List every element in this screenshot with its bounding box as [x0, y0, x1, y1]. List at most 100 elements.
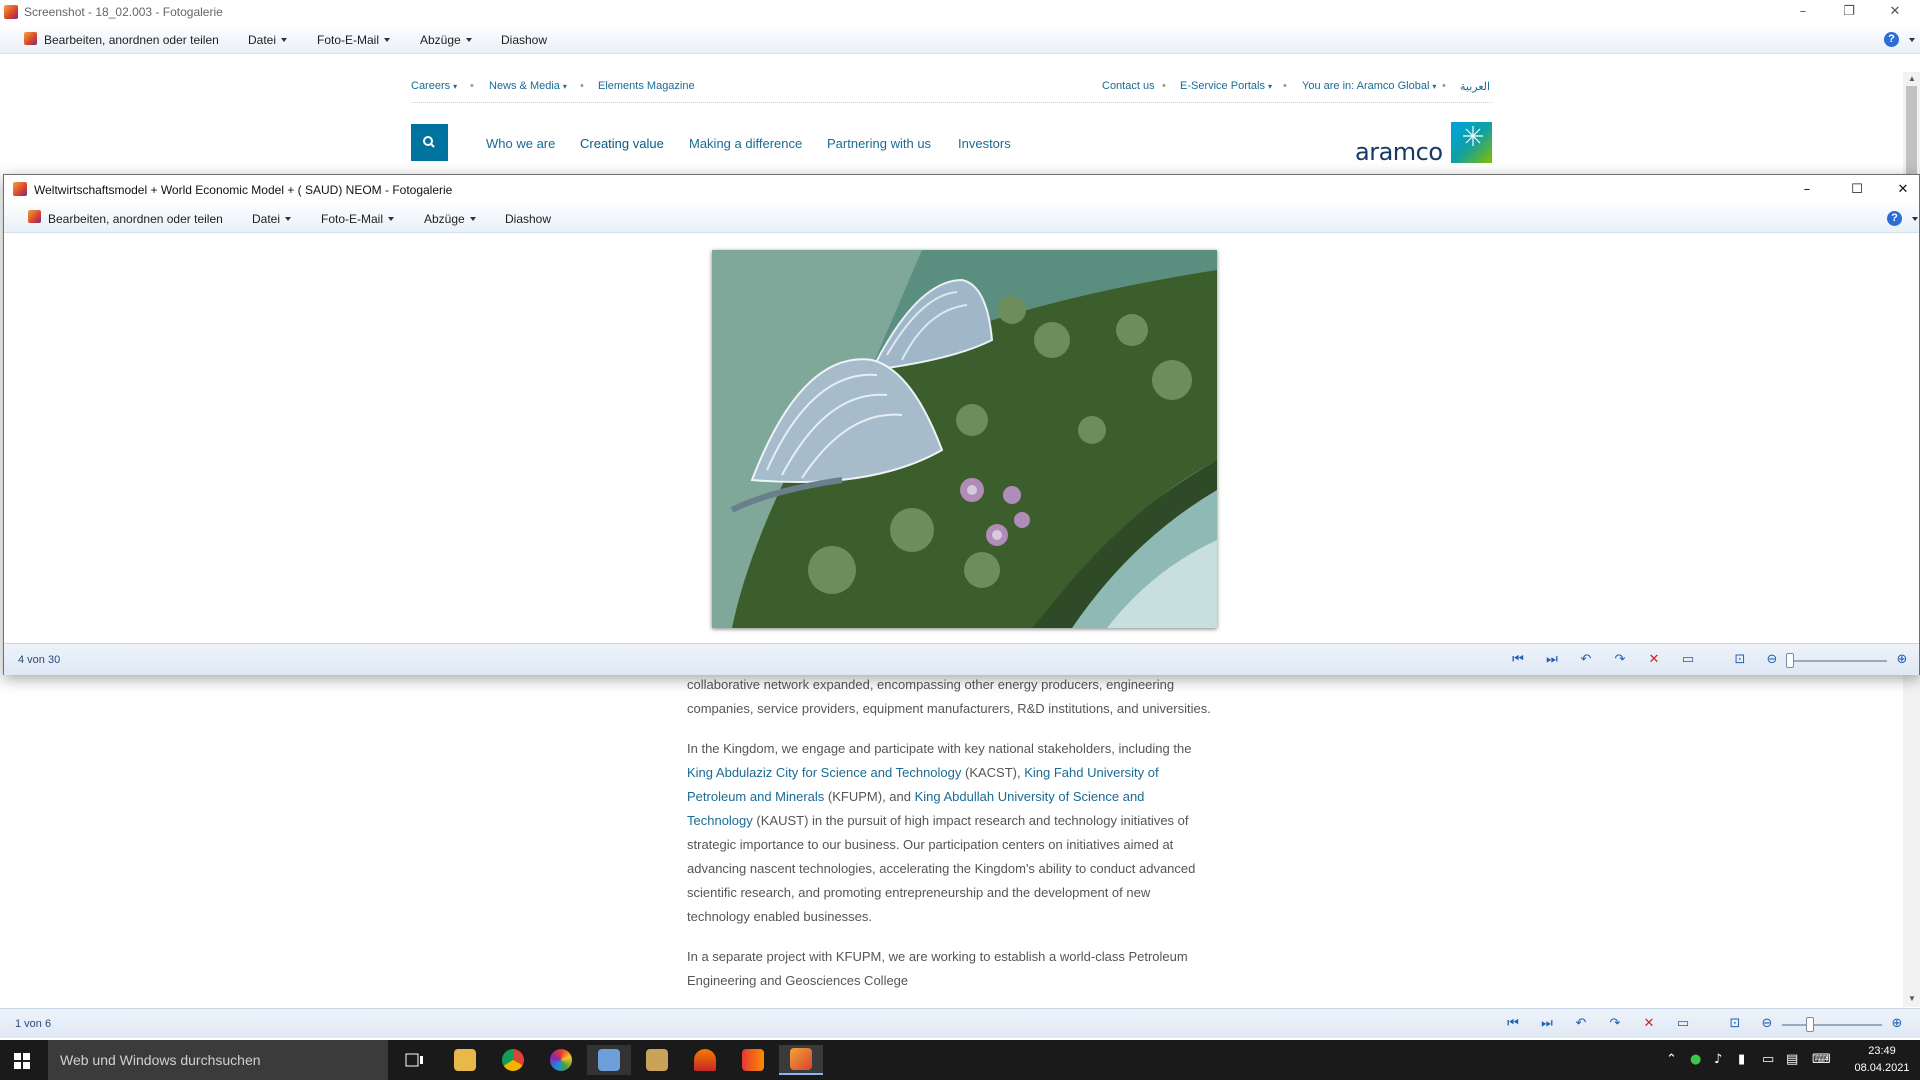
taskbar-vlc[interactable] [683, 1045, 727, 1075]
windows-start-icon[interactable] [14, 1053, 30, 1069]
zoom-in-icon[interactable]: ⊕ [1893, 652, 1911, 668]
zoom-out-icon[interactable]: ⊖ [1763, 652, 1781, 668]
nav-who-we-are[interactable]: Who we are [486, 136, 555, 151]
menu-file[interactable]: Datei [248, 33, 288, 47]
scroll-up-icon[interactable]: ▲ [1908, 74, 1916, 83]
back-window-statusbar: 1 von 6 ⏮ ⏭ ↶ ↷ ✕ ▭ ⊡ ⊖ ⊕ [0, 1008, 1920, 1038]
menu-edit-arrange-share[interactable]: Bearbeiten, anordnen oder teilen [44, 33, 219, 47]
nav-partnering[interactable]: Partnering with us [827, 136, 931, 151]
zoom-slider-thumb[interactable] [1786, 653, 1794, 668]
nav-creating-value[interactable]: Creating value [580, 136, 664, 151]
search-button[interactable] [411, 124, 448, 161]
restore-icon[interactable]: ❐ [1826, 0, 1872, 22]
menu-slideshow[interactable]: Diashow [501, 33, 547, 47]
p2-text-a: In the Kingdom, we engage and participat… [687, 741, 1192, 756]
menu-prints[interactable]: Abzüge [424, 212, 476, 226]
nav-careers[interactable]: Careers ▾ [411, 80, 457, 92]
nav-separator: • [1283, 80, 1287, 92]
help-chevron-icon[interactable] [1912, 217, 1918, 221]
gallery-photo[interactable] [712, 250, 1217, 628]
tray-chevron-icon[interactable]: ⌃ [1666, 1052, 1677, 1067]
network-icon[interactable]: ▮ [1738, 1052, 1745, 1067]
zoom-out-icon[interactable]: ⊖ [1758, 1016, 1776, 1032]
article-paragraph-3: In a separate project with KFUPM, we are… [687, 949, 1188, 988]
nav-contact[interactable]: Contact us [1102, 80, 1155, 92]
taskbar-chrome[interactable] [491, 1045, 535, 1075]
zoom-slider[interactable] [1782, 1024, 1882, 1026]
menu-photo-email[interactable]: Foto-E-Mail [321, 212, 395, 226]
zoom-slider[interactable] [1787, 660, 1887, 662]
nav-news-media[interactable]: News & Media ▾ [489, 80, 567, 92]
clock-date[interactable]: 08.04.2021 [1848, 1062, 1916, 1074]
display-icon[interactable]: ▭ [1762, 1052, 1774, 1067]
help-icon[interactable]: ? [1884, 32, 1899, 47]
clock-time[interactable]: 23:49 [1848, 1045, 1916, 1057]
link-kacst[interactable]: King Abdulaziz City for Science and Tech… [687, 765, 961, 780]
minimize-icon[interactable]: – [1780, 0, 1826, 22]
nav-separator: • [1442, 80, 1446, 92]
film-icon [646, 1049, 668, 1071]
back-window-menubar: Bearbeiten, anordnen oder teilen Datei F… [0, 26, 1920, 54]
article-paragraph-1: collaborative network expanded, encompas… [687, 677, 1211, 716]
nav-news-label: News & Media [489, 80, 560, 92]
menu-file-label: Datei [252, 212, 281, 226]
menu-file[interactable]: Datei [252, 212, 292, 226]
delete-icon[interactable]: ✕ [1640, 1016, 1658, 1032]
front-window-statusbar: 4 von 30 ⏮ ⏭ ↶ ↷ ✕ ▭ ⊡ ⊖ ⊕ [4, 643, 1919, 675]
fit-window-icon[interactable]: ⊡ [1731, 652, 1749, 668]
nav-making-difference[interactable]: Making a difference [689, 136, 802, 151]
taskbar-film-app[interactable] [635, 1045, 679, 1075]
rotate-left-icon[interactable]: ↶ [1572, 1016, 1590, 1032]
nav-eservice-portals[interactable]: E-Service Portals ▾ [1180, 80, 1272, 92]
next-icon[interactable]: ⏭ [1538, 1016, 1556, 1032]
rotate-right-icon[interactable]: ↷ [1611, 652, 1629, 668]
p2-text-d: (KAUST) in the pursuit of high impact re… [687, 813, 1196, 924]
menu-photo-email[interactable]: Foto-E-Mail [317, 33, 391, 47]
rotate-left-icon[interactable]: ↶ [1577, 652, 1595, 668]
menu-prints[interactable]: Abzüge [420, 33, 472, 47]
scroll-down-icon[interactable]: ▼ [1908, 994, 1916, 1003]
keyboard-icon[interactable]: ⌨ [1812, 1052, 1831, 1067]
zoom-in-icon[interactable]: ⊕ [1888, 1016, 1906, 1032]
edit-share-icon [28, 210, 41, 223]
notifications-icon[interactable]: ▤ [1786, 1052, 1798, 1067]
close-icon[interactable]: ✕ [1872, 0, 1918, 22]
nav-arabic[interactable]: العربية [1460, 80, 1490, 93]
taskbar-photo-gallery[interactable] [779, 1045, 823, 1075]
maximize-icon[interactable]: ☐ [1834, 178, 1880, 200]
menu-prints-label: Abzüge [420, 33, 461, 47]
taskbar-app-7[interactable] [731, 1045, 775, 1075]
back-window-titlebar[interactable]: Screenshot - 18_02.003 - Fotogalerie – ❐… [0, 0, 1920, 24]
previous-icon[interactable]: ⏮ [1504, 1016, 1522, 1032]
rotate-right-icon[interactable]: ↷ [1606, 1016, 1624, 1032]
taskbar-picasa[interactable] [539, 1045, 583, 1075]
menu-slideshow[interactable]: Diashow [505, 212, 551, 226]
help-icon[interactable]: ? [1887, 211, 1902, 226]
volume-icon[interactable]: ♪ [1714, 1052, 1722, 1067]
taskbar-photo-viewer[interactable] [587, 1045, 631, 1075]
zoom-slider-thumb[interactable] [1806, 1017, 1814, 1032]
cone-icon [694, 1049, 716, 1071]
aramco-logo-icon[interactable] [1451, 122, 1492, 163]
gardens-by-the-bay-image [712, 250, 1217, 628]
minimize-icon[interactable]: – [1784, 178, 1830, 200]
nav-location[interactable]: You are in: Aramco Global ▾ [1302, 80, 1436, 92]
taskbar-file-explorer[interactable] [443, 1045, 487, 1075]
fit-window-icon[interactable]: ⊡ [1726, 1016, 1744, 1032]
task-view-icon[interactable] [405, 1052, 425, 1068]
taskbar-search-box[interactable]: Web und Windows durchsuchen [48, 1040, 388, 1080]
security-icon[interactable]: ● [1690, 1052, 1701, 1067]
nav-elements-magazine[interactable]: Elements Magazine [598, 80, 695, 92]
slideshow-icon[interactable]: ▭ [1674, 1016, 1692, 1032]
nav-separator: • [580, 80, 584, 92]
photo-gallery-icon [790, 1048, 812, 1070]
previous-icon[interactable]: ⏮ [1509, 652, 1527, 668]
menu-edit-arrange-share[interactable]: Bearbeiten, anordnen oder teilen [48, 212, 223, 226]
slideshow-icon[interactable]: ▭ [1679, 652, 1697, 668]
next-icon[interactable]: ⏭ [1543, 652, 1561, 668]
nav-investors[interactable]: Investors [958, 136, 1011, 151]
front-window-titlebar[interactable]: Weltwirtschaftsmodel + World Economic Mo… [4, 175, 1919, 203]
close-icon[interactable]: ✕ [1880, 178, 1920, 200]
delete-icon[interactable]: ✕ [1645, 652, 1663, 668]
help-chevron-icon[interactable] [1909, 38, 1915, 42]
